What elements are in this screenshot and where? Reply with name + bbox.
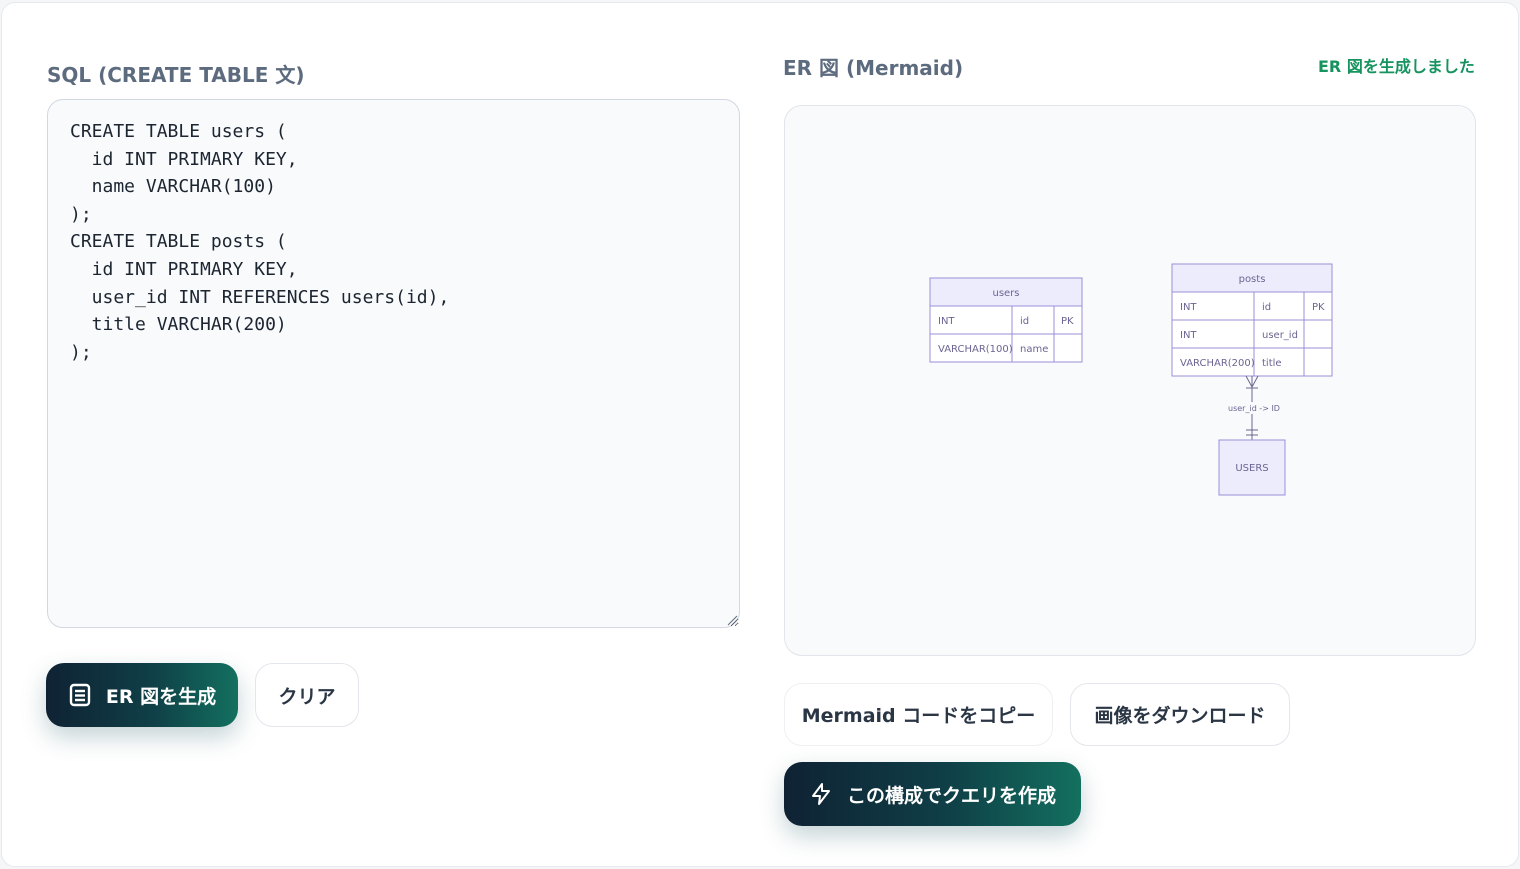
entity-posts: posts INT id PK INT user_id VARCHAR(200)… <box>1171 263 1333 377</box>
users-row-2-type: VARCHAR(100) <box>938 344 1013 355</box>
generate-er-label: ER 図を生成 <box>105 685 217 708</box>
clear-button[interactable]: クリア <box>255 663 359 727</box>
entity-posts-name: posts <box>1239 274 1266 285</box>
sql-input[interactable]: CREATE TABLE users ( id INT PRIMARY KEY,… <box>47 99 740 628</box>
er-label: ER 図 (Mermaid) <box>783 56 964 80</box>
posts-row-3-name: title <box>1262 358 1282 369</box>
relationship-line: user_id -> ID <box>1225 375 1283 440</box>
posts-row-2-name: user_id <box>1262 330 1298 341</box>
posts-row-2-type: INT <box>1180 330 1197 341</box>
er-diagram: users INT id PK VARCHAR(100) name posts <box>929 263 1333 496</box>
entity-users-name: users <box>992 288 1019 299</box>
posts-row-1-name: id <box>1262 302 1271 313</box>
posts-row-1-key: PK <box>1312 302 1325 313</box>
lightning-icon <box>809 782 833 806</box>
entity-users-ref-name: USERS <box>1235 463 1268 474</box>
entity-users-ref: USERS <box>1218 439 1286 496</box>
er-diagram-panel: users INT id PK VARCHAR(100) name posts <box>784 105 1476 656</box>
generate-er-button[interactable]: ER 図を生成 <box>46 663 238 727</box>
users-row-1-name: id <box>1020 316 1029 327</box>
status-message: ER 図を生成しました <box>1318 57 1475 76</box>
sql-label: SQL (CREATE TABLE 文) <box>47 63 305 87</box>
main-card: SQL (CREATE TABLE 文) CREATE TABLE users … <box>1 2 1519 867</box>
users-row-1-key: PK <box>1061 316 1074 327</box>
create-query-button[interactable]: この構成でクエリを作成 <box>784 762 1081 826</box>
entity-users: users INT id PK VARCHAR(100) name <box>929 277 1083 363</box>
download-image-button[interactable]: 画像をダウンロード <box>1070 683 1290 746</box>
create-query-label: この構成でクエリを作成 <box>846 784 1056 807</box>
posts-row-3-type: VARCHAR(200) <box>1180 358 1255 369</box>
document-list-icon <box>68 683 92 707</box>
relationship-label: user_id -> ID <box>1228 404 1280 413</box>
users-row-2-name: name <box>1020 344 1048 355</box>
users-row-1-type: INT <box>938 316 955 327</box>
resize-handle-icon[interactable] <box>726 614 738 626</box>
posts-row-1-type: INT <box>1180 302 1197 313</box>
copy-mermaid-button[interactable]: Mermaid コードをコピー <box>784 683 1053 746</box>
